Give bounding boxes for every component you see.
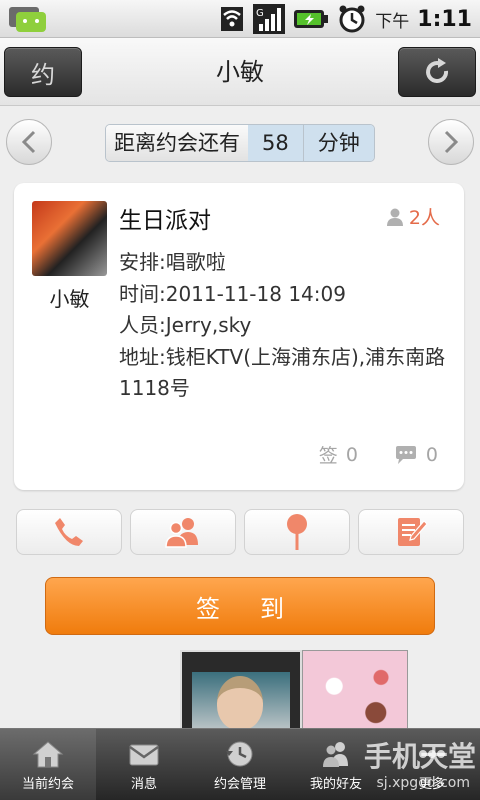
countdown-prefix: 距离约会还有 (106, 125, 248, 161)
history-icon (226, 741, 253, 767)
sign-count: 0 (345, 443, 358, 466)
tab-label: 约会管理 (213, 777, 266, 792)
location-button[interactable] (244, 509, 350, 555)
battery-charging-icon (294, 10, 329, 28)
invite-button[interactable]: 约 (4, 47, 82, 97)
checkin-button[interactable]: 签到 (45, 577, 435, 635)
phone-icon (55, 518, 83, 546)
watermark-text: 手机天堂 (363, 740, 476, 773)
photo-person (217, 676, 263, 730)
photo-thumbnail[interactable] (302, 650, 408, 730)
tab-label: 当前约会 (21, 777, 74, 792)
edit-note-icon (398, 518, 428, 546)
signal-icon: G (253, 4, 286, 34)
page-title: 小敏 (216, 58, 264, 86)
mail-icon (129, 744, 159, 766)
detail-address: 地址:钱柜KTV(上海浦东店),浦东南路1118号 (119, 344, 446, 401)
detail-arrangement: 安排:唱歌啦 (119, 250, 226, 274)
previous-button[interactable] (6, 119, 52, 165)
call-button[interactable] (16, 509, 122, 555)
chevron-right-icon (444, 130, 459, 154)
location-pin-icon (287, 514, 307, 550)
people-count: 2人 (408, 207, 440, 229)
detail-members: 人员:Jerry,sky (119, 313, 252, 337)
chevron-left-icon (21, 130, 36, 154)
svg-text:G: G (256, 8, 264, 19)
countdown-value: 58 (248, 125, 303, 161)
tab-date-management[interactable]: 约会管理 (192, 729, 288, 800)
comment-counter[interactable]: 0 (394, 441, 438, 468)
tab-messages[interactable]: 消息 (96, 729, 192, 800)
friends-icon (323, 742, 348, 767)
avatar[interactable] (32, 201, 107, 276)
invite-button-label: 约 (31, 60, 55, 89)
contacts-button[interactable] (130, 509, 236, 555)
event-details: 安排:唱歌啦 时间:2011-11-18 14:09 人员:Jerry,sky … (119, 247, 449, 405)
photo-pattern (303, 651, 407, 730)
comment-count: 0 (425, 443, 438, 466)
alarm-icon (339, 5, 365, 33)
message-notification-icon (9, 7, 46, 32)
sign-label: 签 (318, 445, 338, 467)
comment-icon (395, 445, 416, 464)
event-counters: 签 0 0 (319, 441, 438, 468)
event-card: 小敏 生日派对 2人 安排:唱歌啦 时间:2011-11-18 14:09 人员… (14, 183, 464, 490)
watermark-url: sj.xpgod.com (376, 775, 471, 791)
person-icon (386, 208, 403, 226)
sign-counter[interactable]: 签 0 (319, 441, 358, 468)
host-name: 小敏 (49, 287, 90, 311)
wifi-icon (221, 7, 244, 31)
status-bar: G 下午 1:11 (0, 0, 480, 38)
contacts-icon (165, 518, 198, 548)
people-count-badge[interactable]: 2人 (385, 203, 440, 230)
event-title: 生日派对 (119, 208, 211, 234)
photo-thumbnail[interactable] (180, 650, 302, 730)
countdown-display: 距离约会还有 58 分钟 (105, 124, 375, 162)
detail-time: 时间:2011-11-18 14:09 (119, 281, 346, 306)
clock-time: 1:11 (417, 6, 472, 32)
next-button[interactable] (428, 119, 474, 165)
action-buttons (16, 509, 464, 555)
tab-label: 消息 (130, 777, 157, 792)
home-icon (32, 741, 64, 768)
photo-strip (0, 650, 480, 730)
refresh-button[interactable] (398, 47, 476, 97)
countdown-unit: 分钟 (302, 125, 374, 161)
tab-label: 我的好友 (309, 777, 362, 792)
time-period-label: 下午 (375, 11, 410, 32)
edit-button[interactable] (358, 509, 464, 555)
title-bar: 约 小敏 (0, 38, 480, 106)
refresh-icon (426, 58, 449, 83)
tab-current-date[interactable]: 当前约会 (0, 729, 96, 800)
